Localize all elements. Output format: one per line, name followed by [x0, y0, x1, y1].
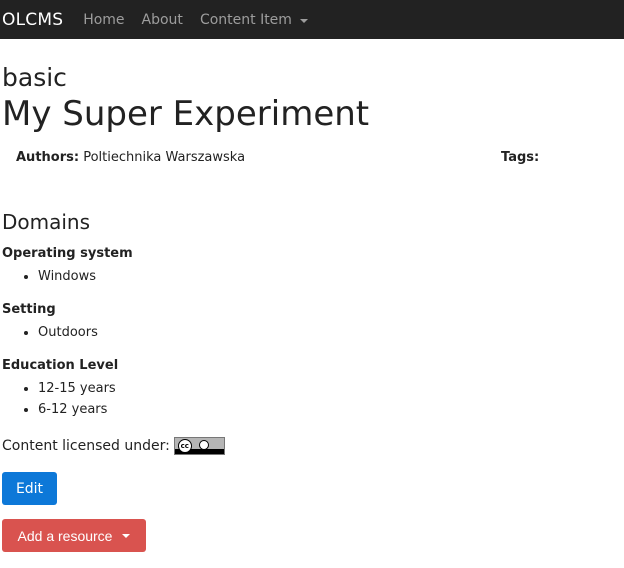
edit-button[interactable]: Edit [2, 472, 57, 505]
nav-link-home[interactable]: Home [83, 12, 124, 28]
chevron-down-icon [299, 18, 308, 23]
list-item: 12-15 years [38, 378, 116, 399]
nav-dropdown-label: Content Item [199, 11, 292, 28]
nav-link-about[interactable]: About [142, 12, 183, 28]
list-item: Windows [38, 266, 96, 287]
tags-row: Tags: [501, 150, 539, 165]
page-subtitle: basic [2, 63, 67, 92]
authors-row: Authors: Poltiechnika Warszawska [16, 150, 245, 165]
license-text: Content licensed under: [2, 438, 170, 454]
domain-list-operating-system: Windows [2, 266, 96, 287]
domain-list-setting: Outdoors [2, 322, 98, 343]
add-resource-label: Add a resource [17, 527, 113, 544]
authors-value: Poltiechnika Warszawska [83, 150, 246, 165]
list-item: Outdoors [38, 322, 98, 343]
chevron-down-icon [122, 533, 131, 538]
domain-label-operating-system: Operating system [2, 246, 133, 261]
page-title: My Super Experiment [2, 94, 370, 134]
domain-label-education-level: Education Level [2, 358, 119, 373]
add-resource-button[interactable]: Add a resource [2, 519, 146, 552]
top-navbar: OLCMS Home About Content Item [0, 0, 624, 39]
authors-label: Authors: [16, 150, 80, 165]
attribution-icon [198, 440, 209, 450]
domains-heading: Domains [2, 210, 91, 234]
list-item: 6-12 years [38, 399, 116, 420]
tags-label: Tags: [501, 150, 540, 165]
cc-icon: cc [177, 439, 192, 453]
cc-license-badge[interactable]: cc [173, 437, 225, 455]
nav-dropdown-content-item[interactable]: Content Item [200, 12, 308, 28]
license-row: Content licensed under: cc [2, 437, 225, 455]
brand-logo[interactable]: OLCMS [2, 10, 63, 30]
domain-label-setting: Setting [2, 302, 56, 317]
domain-list-education-level: 12-15 years 6-12 years [2, 378, 116, 420]
